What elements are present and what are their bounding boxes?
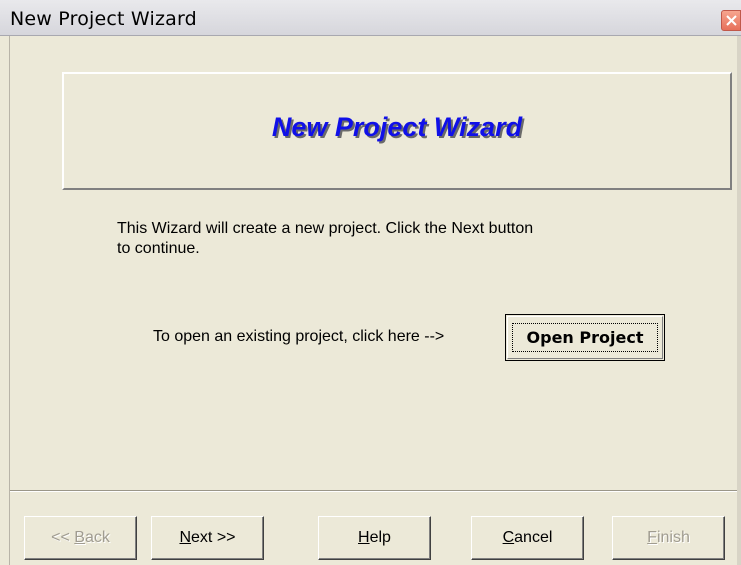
footer-separator [10,490,737,492]
cancel-button[interactable]: Cancel [471,516,584,560]
title-bar: New Project Wizard [0,0,741,36]
help-button-label: Help [358,529,391,546]
back-button-label: << Back [51,529,110,546]
window-left-frame [0,36,10,565]
close-icon [726,15,737,26]
window-right-frame [737,36,741,565]
back-button[interactable]: << Back [24,516,137,560]
window-title: New Project Wizard [10,8,197,30]
open-project-button[interactable]: Open Project [505,314,665,361]
finish-button[interactable]: Finish [612,516,725,560]
help-button[interactable]: Help [318,516,431,560]
cancel-button-label: Cancel [502,529,553,546]
intro-text: This Wizard will create a new project. C… [117,220,534,257]
wizard-banner: New Project Wizard [62,72,732,190]
open-project-button-label: Open Project [526,328,644,347]
finish-button-label: Finish [647,529,690,546]
open-project-prompt: To open an existing project, click here … [153,328,445,345]
next-button[interactable]: Next >> [151,516,264,560]
next-button-label: Next >> [179,529,236,546]
close-button[interactable] [721,10,741,31]
wizard-window: New Project Wizard New Project Wizard Th… [0,0,741,565]
banner-title: New Project Wizard [271,112,523,142]
